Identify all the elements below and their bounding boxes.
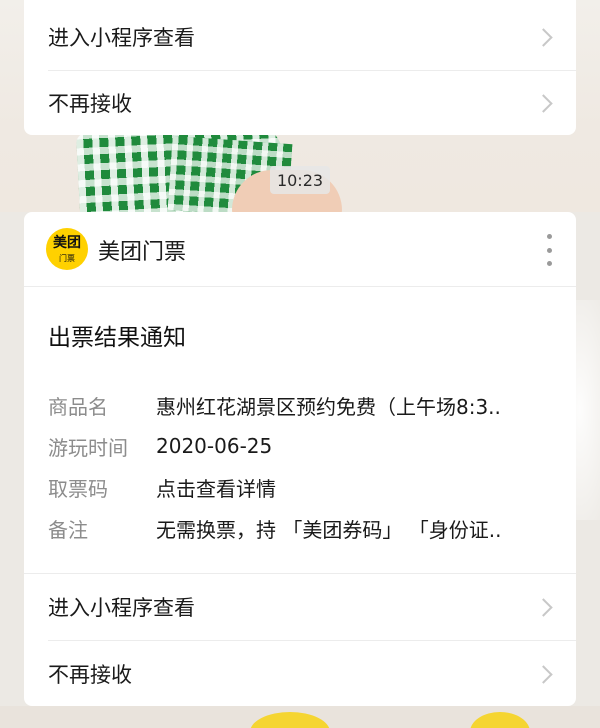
- account-name[interactable]: 美团门票: [98, 234, 186, 266]
- account-header[interactable]: 美团 门票 美团门票: [24, 212, 576, 286]
- avatar-logo-subtext: 门票: [59, 254, 75, 263]
- field-key: 游玩时间: [48, 435, 128, 460]
- open-miniprogram-label: 进入小程序查看: [48, 26, 195, 50]
- open-miniprogram-row[interactable]: 进入小程序查看: [24, 4, 576, 70]
- field-value: 点击查看详情: [156, 476, 276, 501]
- service-message-card: 美团 门票 美团门票 出票结果通知 商品名 惠州红花湖景区预约免费（上午场8:3…: [24, 212, 576, 706]
- dot: [546, 261, 552, 266]
- divider: [24, 286, 576, 287]
- chevron-right-icon: [534, 597, 553, 617]
- unsubscribe-row[interactable]: 不再接收: [24, 641, 576, 706]
- field-key: 商品名: [48, 394, 108, 419]
- field-row: 游玩时间 2020-06-25: [48, 431, 272, 461]
- field-value: 惠州红花湖景区预约免费（上午场8:3..: [156, 394, 501, 419]
- avatar-logo-text: 美团: [53, 235, 81, 251]
- unsubscribe-label: 不再接收: [48, 92, 132, 116]
- field-row: 备注 无需换票，持 「美团券码」 「身份证..: [48, 513, 501, 543]
- account-avatar[interactable]: 美团 门票: [46, 228, 88, 270]
- unsubscribe-row[interactable]: 不再接收: [24, 70, 576, 135]
- chevron-right-icon: [534, 664, 553, 684]
- open-miniprogram-label: 进入小程序查看: [48, 596, 195, 620]
- field-row: 商品名 惠州红花湖景区预约免费（上午场8:3..: [48, 390, 501, 420]
- field-key: 取票码: [48, 476, 108, 501]
- unsubscribe-label: 不再接收: [48, 663, 132, 687]
- chevron-right-icon: [534, 27, 553, 47]
- open-miniprogram-row[interactable]: 进入小程序查看: [24, 574, 576, 640]
- message-title: 出票结果通知: [48, 325, 186, 351]
- chevron-right-icon: [534, 93, 553, 113]
- field-value: 无需换票，持 「美团券码」 「身份证..: [156, 517, 502, 542]
- previous-message-card: 进入小程序查看 不再接收: [24, 0, 576, 135]
- field-row: 取票码 点击查看详情: [48, 472, 276, 502]
- message-timestamp: 10:23: [270, 166, 330, 194]
- field-key: 备注: [48, 517, 88, 542]
- dot: [546, 234, 552, 239]
- dot: [546, 247, 552, 253]
- more-vertical-icon[interactable]: [544, 234, 554, 266]
- field-value: 2020-06-25: [156, 434, 273, 458]
